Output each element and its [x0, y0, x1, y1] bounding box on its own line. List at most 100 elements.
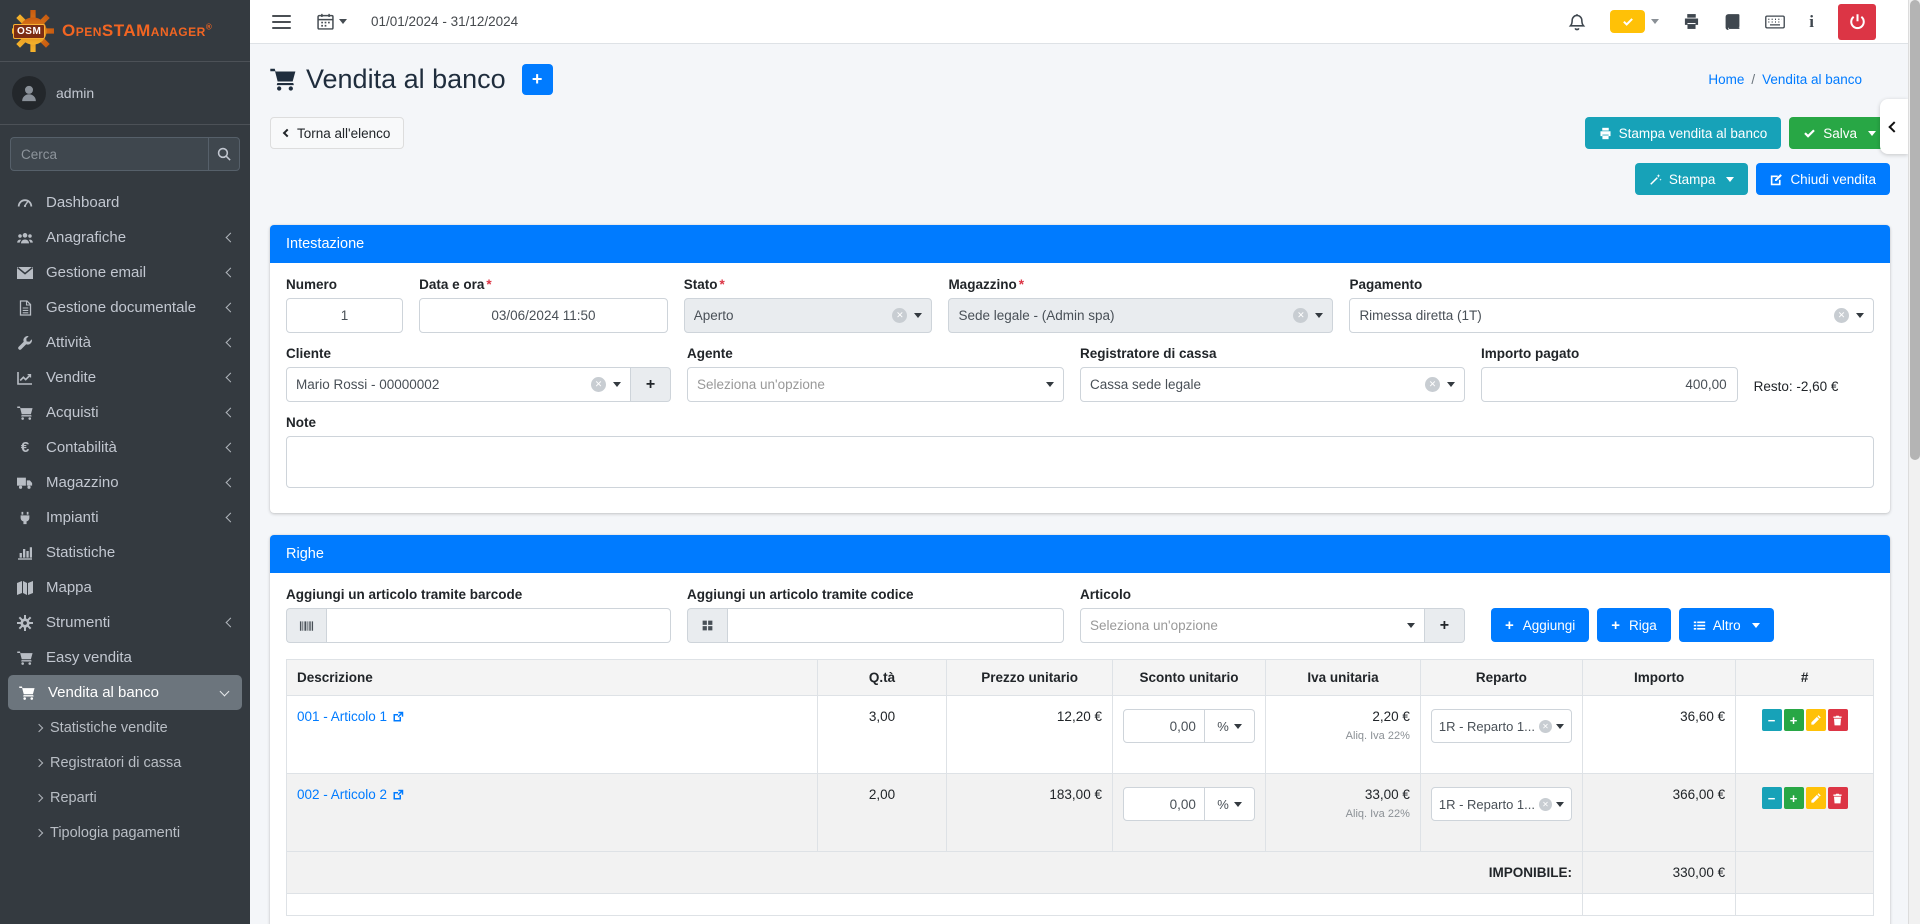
print-sale-button[interactable]: Stampa vendita al banco [1585, 117, 1782, 149]
edit-row-button[interactable] [1806, 709, 1826, 731]
increase-qty-button[interactable] [1784, 709, 1804, 731]
importo-pagato-input[interactable] [1481, 367, 1738, 402]
calendar-icon [317, 13, 334, 30]
sidebar: OSM OpenSTAManager® admin Dashboard Anag… [0, 0, 250, 924]
sidebar-item-magazzino[interactable]: Magazzino [0, 465, 250, 500]
period-calendar-button[interactable] [317, 13, 347, 30]
sidebar-subitem-registratori-di-cassa[interactable]: Registratori di cassa [0, 745, 250, 780]
sidebar-nav: Dashboard Anagrafiche Gestione email Ges… [0, 185, 250, 850]
clear-icon[interactable] [892, 308, 907, 323]
reparto-select[interactable]: 1R - Reparto 1... [1431, 709, 1572, 743]
back-to-list-button[interactable]: Torna all'elenco [270, 117, 404, 149]
add-cliente-button[interactable] [631, 367, 671, 402]
search-button[interactable] [208, 137, 240, 171]
notifications-bell-icon[interactable] [1568, 13, 1586, 31]
sidebar-item-mappa[interactable]: Mappa [0, 570, 250, 605]
sidebar-item-vendite[interactable]: Vendite [0, 360, 250, 395]
add-articolo-button[interactable] [1425, 608, 1465, 643]
clear-icon[interactable] [1425, 377, 1440, 392]
print-icon[interactable] [1683, 13, 1700, 30]
date-range[interactable]: 01/01/2024 - 31/12/2024 [371, 14, 518, 29]
sidebar-item-vendita-al-banco[interactable]: Vendita al banco [8, 675, 242, 710]
caret-down-icon [1651, 19, 1659, 24]
new-record-button[interactable] [522, 64, 553, 95]
codice-input[interactable] [727, 608, 1064, 643]
sconto-input[interactable] [1123, 709, 1205, 743]
increase-qty-button[interactable] [1784, 787, 1804, 809]
breadcrumb-current-link[interactable]: Vendita al banco [1762, 72, 1862, 87]
menu-toggle-icon[interactable] [272, 15, 291, 29]
delete-row-button[interactable] [1828, 709, 1848, 731]
aggiungi-button[interactable]: Aggiungi [1491, 608, 1589, 642]
altro-button[interactable]: Altro [1679, 608, 1774, 642]
riga-button[interactable]: Riga [1597, 608, 1671, 642]
delete-row-button[interactable] [1828, 787, 1848, 809]
clear-icon[interactable] [1539, 798, 1552, 811]
brand[interactable]: OSM OpenSTAManager® [0, 0, 250, 62]
magazzino-select[interactable]: Sede legale - (Admin spa) [948, 298, 1333, 333]
sidebar-item-strumenti[interactable]: Strumenti [0, 605, 250, 640]
article-link[interactable]: 002 - Articolo 2 [297, 787, 404, 802]
sidebar-item-dashboard[interactable]: Dashboard [0, 185, 250, 220]
info-icon[interactable]: i [1809, 12, 1814, 32]
close-sale-button[interactable]: Chiudi vendita [1756, 163, 1890, 195]
scrollbar-thumb[interactable] [1910, 0, 1920, 460]
docs-book-icon[interactable] [1724, 13, 1741, 30]
cart-icon [16, 686, 38, 700]
sconto-type-select[interactable]: % [1205, 787, 1255, 821]
sidebar-item-impianti[interactable]: Impianti [0, 500, 250, 535]
breadcrumb-home-link[interactable]: Home [1708, 72, 1744, 87]
file-icon [14, 300, 36, 316]
qta-value: 3,00 [817, 696, 946, 774]
clear-icon[interactable] [591, 377, 606, 392]
check-toggle-icon[interactable] [1610, 10, 1645, 33]
cliente-select[interactable]: Mario Rossi - 00000002 [286, 367, 631, 402]
sidebar-item-contabilita[interactable]: €Contabilità [0, 430, 250, 465]
print-dropdown-button[interactable]: Stampa [1635, 163, 1749, 195]
brand-name: OpenSTAManager® [62, 21, 212, 41]
shortcuts-keyboard-icon[interactable] [1765, 15, 1785, 29]
collapse-panel-button[interactable] [1880, 99, 1908, 154]
barcode-input[interactable] [326, 608, 671, 643]
note-textarea[interactable] [286, 436, 1874, 488]
status-toggle[interactable] [1610, 10, 1659, 33]
save-button[interactable]: Salva [1789, 117, 1890, 149]
clear-icon[interactable] [1293, 308, 1308, 323]
edit-row-button[interactable] [1806, 787, 1826, 809]
sconto-type-select[interactable]: % [1205, 709, 1255, 743]
agente-select[interactable]: Seleziona un'opzione [687, 367, 1064, 402]
registratore-select[interactable]: Cassa sede legale [1080, 367, 1465, 402]
sidebar-subitem-statistiche-vendite[interactable]: Statistiche vendite [0, 710, 250, 745]
clear-icon[interactable] [1834, 308, 1849, 323]
sidebar-item-easy-vendita[interactable]: Easy vendita [0, 640, 250, 675]
page-scrollbar[interactable] [1908, 0, 1920, 924]
sidebar-subitem-tipologia-pagamenti[interactable]: Tipologia pagamenti [0, 815, 250, 850]
chart-line-icon [14, 371, 36, 385]
reparto-select[interactable]: 1R - Reparto 1... [1431, 787, 1572, 821]
sconto-input[interactable] [1123, 787, 1205, 821]
sidebar-subitem-reparti[interactable]: Reparti [0, 780, 250, 815]
chevron-left-icon [226, 618, 236, 628]
search-input[interactable] [10, 137, 208, 171]
sidebar-item-attivita[interactable]: Attività [0, 325, 250, 360]
clear-icon[interactable] [1539, 720, 1552, 733]
numero-input[interactable] [286, 298, 403, 333]
data-ora-input[interactable] [419, 298, 668, 333]
pagamento-select[interactable]: Rimessa diretta (1T) [1349, 298, 1874, 333]
sidebar-item-gestione-documentale[interactable]: Gestione documentale [0, 290, 250, 325]
decrease-qty-button[interactable] [1762, 787, 1782, 809]
sidebar-item-gestione-email[interactable]: Gestione email [0, 255, 250, 290]
article-link[interactable]: 001 - Articolo 1 [297, 709, 404, 724]
caret-down-icon [1046, 382, 1054, 387]
logout-power-button[interactable] [1838, 4, 1876, 40]
sidebar-item-anagrafiche[interactable]: Anagrafiche [0, 220, 250, 255]
sidebar-item-statistiche[interactable]: Statistiche [0, 535, 250, 570]
user-panel: admin [0, 62, 250, 125]
cart-icon [270, 68, 296, 91]
decrease-qty-button[interactable] [1762, 709, 1782, 731]
articolo-select[interactable]: Seleziona un'opzione [1080, 608, 1425, 643]
note-label: Note [286, 415, 1874, 430]
sidebar-item-acquisti[interactable]: Acquisti [0, 395, 250, 430]
stato-select[interactable]: Aperto [684, 298, 933, 333]
importo-value: 366,00 € [1582, 774, 1735, 852]
